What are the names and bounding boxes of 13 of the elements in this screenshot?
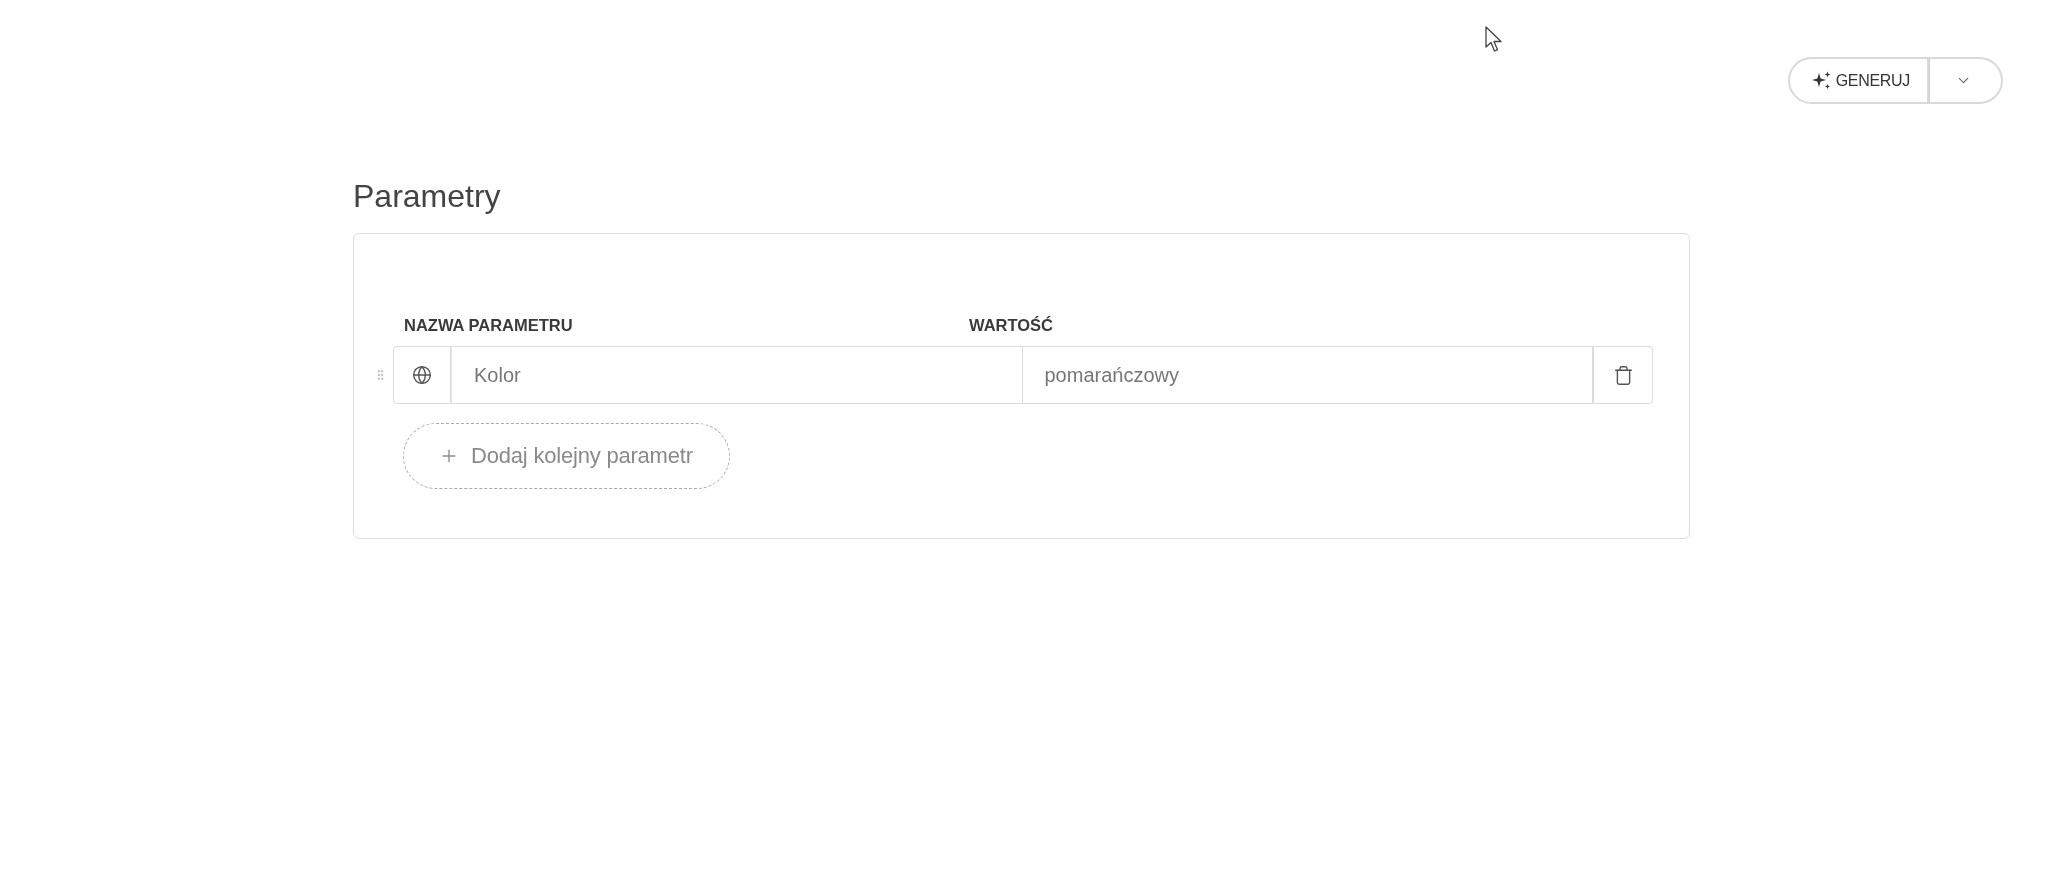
column-label: WARTOŚĆ bbox=[969, 315, 1054, 335]
mouse-pointer-icon bbox=[1485, 26, 1505, 54]
section-title: Parametry bbox=[353, 177, 501, 216]
value-input[interactable]: pomarańczowy bbox=[1022, 346, 1593, 404]
sparkle-icon bbox=[1811, 71, 1831, 90]
generate-button[interactable]: GENERUJ bbox=[1787, 57, 1929, 104]
name-input[interactable]: Kolor bbox=[451, 346, 1023, 404]
language-button[interactable] bbox=[393, 346, 451, 404]
add-parameter-button[interactable]: Dodaj kolejny parametr bbox=[403, 423, 730, 489]
delete-button[interactable] bbox=[1593, 346, 1653, 404]
column-label: NAZWA PARAMETRU bbox=[404, 315, 573, 335]
trash-icon bbox=[1612, 364, 1634, 386]
globe-icon bbox=[412, 365, 432, 385]
